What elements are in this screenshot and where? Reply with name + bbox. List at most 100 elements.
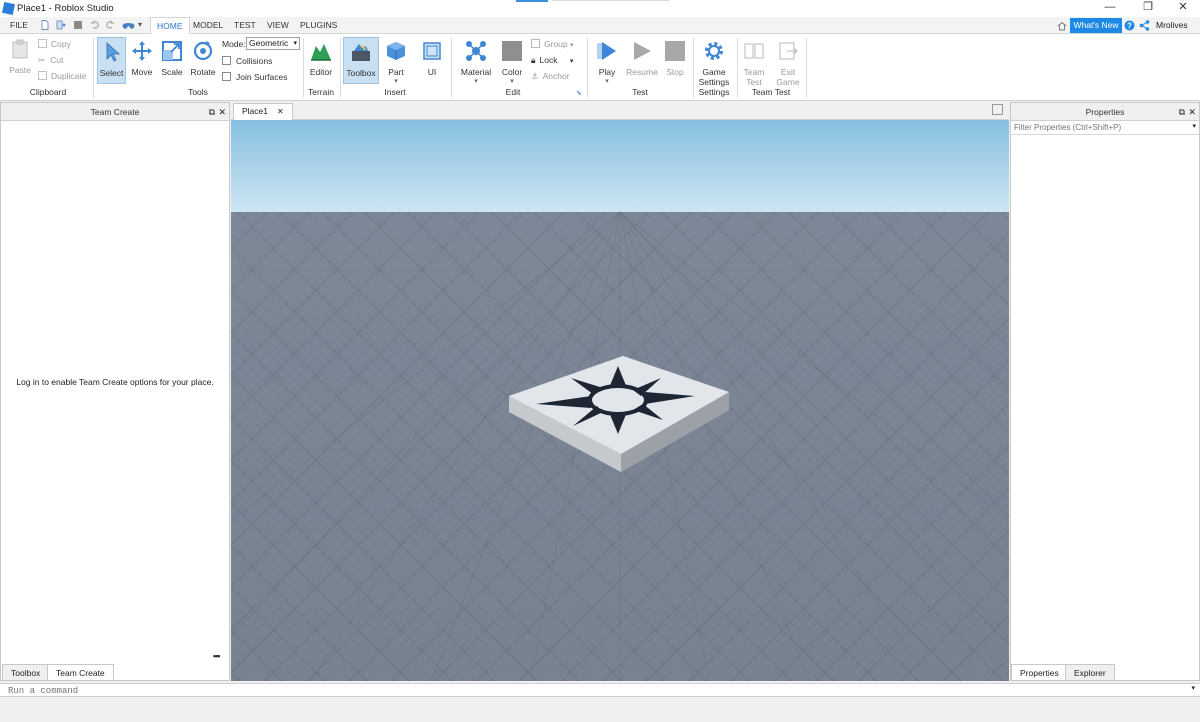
mode-label: Mode: xyxy=(222,39,246,49)
exit-game-icon xyxy=(779,42,798,60)
exit-game-label-1: Exit xyxy=(780,67,796,77)
tools-group-label: Tools xyxy=(188,87,208,97)
scale-tool-button[interactable]: Scale xyxy=(159,40,185,77)
anchor-button[interactable]: ⚓︎ Anchor xyxy=(531,69,570,83)
collisions-toggle[interactable]: Collisions xyxy=(222,54,272,68)
copy-label: Copy xyxy=(51,39,71,49)
join-surfaces-toggle[interactable]: Join Surfaces xyxy=(222,70,288,84)
color-label: Color xyxy=(501,67,523,77)
collisions-checkbox[interactable] xyxy=(222,56,231,65)
close-icon[interactable]: ✕ xyxy=(1165,0,1200,17)
chevron-down-icon[interactable]: ▾ xyxy=(1191,684,1195,692)
scale-label: Scale xyxy=(161,67,183,77)
tab-properties[interactable]: Properties xyxy=(1011,664,1068,681)
chevron-down-icon: ▾ xyxy=(570,42,574,49)
group-button[interactable]: Group ▾ xyxy=(531,37,574,51)
lock-button[interactable]: 🔒︎ Lock ▾ xyxy=(531,53,573,67)
rotate-tool-button[interactable]: Rotate xyxy=(189,40,217,77)
help-icon[interactable]: ? xyxy=(1124,20,1135,31)
undock-icon[interactable]: ⧉ xyxy=(209,103,215,121)
stop-label: Stop xyxy=(666,67,684,77)
toolbox-label: Toolbox xyxy=(346,68,376,78)
minimize-icon[interactable]: — xyxy=(1092,0,1128,17)
whats-new-button[interactable]: What's New xyxy=(1070,18,1122,33)
3d-viewport[interactable] xyxy=(231,120,1009,681)
status-area xyxy=(0,697,1200,722)
anchor-icon: ⚓︎ xyxy=(531,71,539,81)
quick-access-dropdown-icon[interactable]: ▾ xyxy=(138,20,142,29)
game-settings-button[interactable]: Game Settings xyxy=(697,40,731,87)
editor-label: Editor xyxy=(309,67,333,77)
material-button[interactable]: Material ▾ xyxy=(458,40,494,85)
properties-panel: Properties ⧉ ✕ ▾ xyxy=(1010,102,1200,681)
file-menu[interactable]: FILE xyxy=(4,17,34,34)
publish-icon[interactable] xyxy=(56,20,66,30)
binoculars-icon[interactable] xyxy=(122,20,135,30)
cut-button[interactable]: ✂ Cut xyxy=(38,53,63,67)
tab-team-create[interactable]: Team Create xyxy=(47,664,114,681)
new-file-icon[interactable] xyxy=(40,20,50,30)
chevron-down-icon: ▾ xyxy=(474,78,478,85)
command-bar: ▾ xyxy=(0,683,1200,697)
mode-dropdown[interactable]: Geometric ▾ xyxy=(246,37,300,50)
redo-icon[interactable] xyxy=(105,20,115,30)
user-name[interactable]: Mrolives xyxy=(1156,20,1188,30)
tab-view[interactable]: VIEW xyxy=(261,17,295,34)
restore-icon[interactable]: ❐ xyxy=(1130,0,1166,17)
close-icon[interactable]: ✕ xyxy=(218,103,226,121)
share-icon[interactable] xyxy=(1139,20,1150,31)
tab-explorer[interactable]: Explorer xyxy=(1065,664,1115,681)
ribbon-separator xyxy=(340,38,341,98)
command-input[interactable] xyxy=(8,684,1178,697)
filter-properties-input[interactable] xyxy=(1011,121,1183,134)
maximize-viewport-icon[interactable] xyxy=(992,104,1003,115)
copy-button[interactable]: Copy xyxy=(38,37,71,51)
lock-label: Lock xyxy=(539,55,558,65)
close-icon[interactable]: ✕ xyxy=(1188,103,1196,121)
paste-button[interactable]: Paste xyxy=(6,38,34,75)
viewport-scene[interactable] xyxy=(231,120,1009,681)
select-tool-button[interactable]: Select xyxy=(97,37,126,84)
undo-icon[interactable] xyxy=(90,20,100,30)
more-options-icon[interactable]: ••• xyxy=(213,651,221,661)
exit-game-button[interactable]: Exit Game xyxy=(774,40,802,87)
ribbon-separator xyxy=(806,38,807,98)
tab-home[interactable]: HOME xyxy=(150,17,190,35)
tab-model[interactable]: MODEL xyxy=(187,17,229,34)
stop-square-icon xyxy=(665,41,685,61)
team-test-label-2: Test xyxy=(746,77,762,87)
sky xyxy=(231,120,1009,214)
tab-plugins[interactable]: PLUGINS xyxy=(294,17,343,34)
move-tool-button[interactable]: Move xyxy=(129,40,155,77)
roblox-studio-logo-icon xyxy=(1,1,16,16)
tab-toolbox[interactable]: Toolbox xyxy=(2,664,50,681)
stop-button[interactable]: Stop xyxy=(663,40,687,77)
tab-test[interactable]: TEST xyxy=(228,17,262,34)
ribbon-separator xyxy=(587,38,588,98)
team-test-button[interactable]: Team Test xyxy=(740,40,768,87)
edit-expand-icon[interactable]: ⬊ xyxy=(576,89,582,97)
stop-icon[interactable] xyxy=(73,20,83,30)
team-test-icon xyxy=(744,43,764,59)
resume-label: Resume xyxy=(626,67,658,77)
move-label: Move xyxy=(131,67,153,77)
terrain-group-label: Terrain xyxy=(308,87,334,97)
home-outline-icon[interactable] xyxy=(1057,21,1067,31)
filter-properties-field[interactable]: ▾ xyxy=(1011,121,1199,135)
chevron-down-icon[interactable]: ▾ xyxy=(1192,122,1196,130)
join-surfaces-checkbox[interactable] xyxy=(222,72,231,81)
ui-button[interactable]: UI xyxy=(419,40,445,77)
ribbon-separator xyxy=(93,38,94,98)
color-button[interactable]: Color ▾ xyxy=(498,40,526,85)
duplicate-button[interactable]: Duplicate xyxy=(38,69,86,83)
undock-icon[interactable]: ⧉ xyxy=(1179,103,1185,121)
move-arrows-icon xyxy=(132,41,152,61)
toolbox-button[interactable]: Toolbox xyxy=(343,37,379,84)
terrain-editor-button[interactable]: Editor xyxy=(306,40,336,77)
resume-button[interactable]: Resume xyxy=(625,40,659,77)
play-button[interactable]: Play ▾ xyxy=(593,40,621,85)
close-icon[interactable]: ✕ xyxy=(277,107,284,116)
part-button[interactable]: Part ▾ xyxy=(383,40,409,85)
document-tab-bar: Place1 ✕ xyxy=(231,101,1009,120)
document-tab[interactable]: Place1 ✕ xyxy=(233,103,293,120)
